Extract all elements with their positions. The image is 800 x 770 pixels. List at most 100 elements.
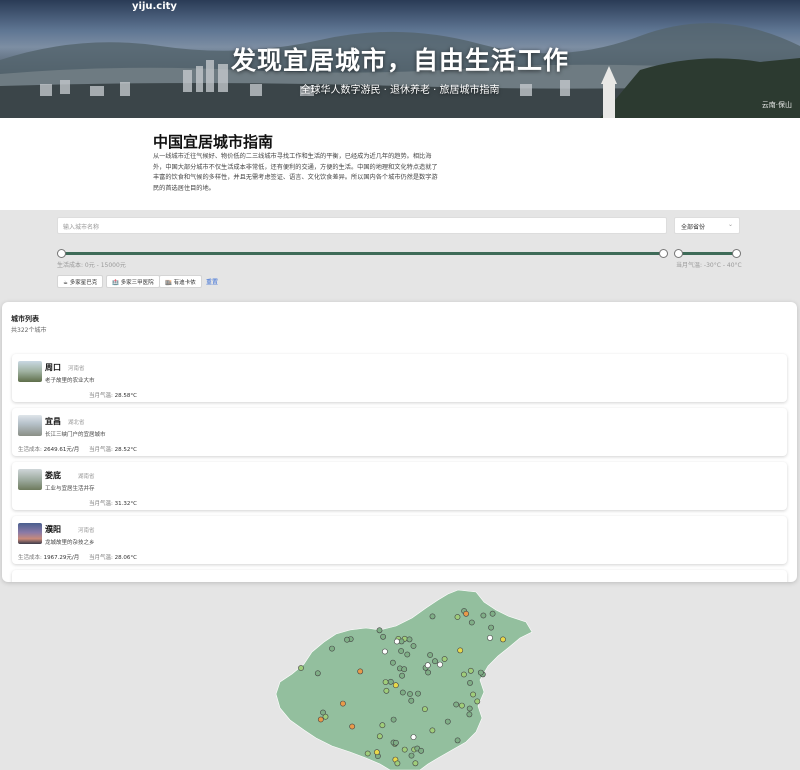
city-marker[interactable] (410, 734, 417, 740)
city-marker[interactable] (320, 709, 326, 716)
city-marker[interactable] (457, 647, 464, 654)
city-marker[interactable] (466, 705, 473, 712)
city-name: 娄底 (45, 471, 61, 480)
city-marker[interactable] (487, 635, 493, 641)
city-marker[interactable] (390, 659, 396, 666)
city-marker[interactable] (340, 700, 346, 707)
temp-slider-max-handle[interactable] (732, 249, 741, 258)
province-select[interactable]: 全部省份 ⌄ (674, 217, 740, 234)
city-marker[interactable] (393, 739, 399, 746)
cost-range-slider[interactable] (61, 252, 664, 255)
city-marker[interactable] (380, 633, 386, 640)
city-marker[interactable] (424, 662, 431, 669)
city-marker[interactable] (415, 690, 421, 697)
city-marker[interactable] (488, 624, 494, 631)
city-marker[interactable] (317, 716, 324, 723)
city-marker[interactable] (408, 752, 415, 759)
city-marker[interactable] (467, 667, 474, 674)
city-marker[interactable] (394, 638, 400, 645)
city-marker[interactable] (429, 727, 436, 734)
city-marker[interactable] (427, 652, 433, 658)
city-marker[interactable] (379, 722, 386, 729)
city-marker[interactable] (470, 691, 476, 698)
city-marker[interactable] (441, 656, 448, 662)
city-marker[interactable] (437, 661, 443, 668)
city-list-title: 城市列表 (11, 315, 39, 323)
city-marker[interactable] (376, 733, 383, 740)
city-marker[interactable] (406, 636, 413, 643)
city-marker[interactable] (383, 687, 390, 694)
city-marker[interactable] (429, 613, 436, 620)
city-marker[interactable] (458, 702, 465, 709)
city-marker[interactable] (392, 682, 399, 689)
city-marker[interactable] (314, 670, 321, 677)
city-marker[interactable] (399, 689, 406, 696)
city-search-input[interactable]: 输入城市名称 (57, 217, 667, 234)
cost-slider-min-handle[interactable] (57, 249, 66, 258)
city-card[interactable]: 周口 河南省 老子故里的农业大市 当月气温: 28.58°C (12, 354, 787, 402)
city-marker[interactable] (480, 612, 487, 619)
city-marker[interactable] (329, 645, 335, 652)
city-card[interactable]: 娄底 湖南省 工业与宜居生活并存 当月气温: 31.32°C (12, 462, 787, 510)
site-logo[interactable]: yiju.city (132, 1, 177, 12)
city-marker[interactable] (398, 648, 404, 654)
city-marker[interactable] (399, 672, 405, 679)
city-marker[interactable] (364, 750, 371, 757)
filter-chip-hospitals[interactable]: 🏥 多家三甲医院 (106, 275, 160, 288)
city-marker[interactable] (374, 749, 380, 756)
city-marker[interactable] (467, 680, 473, 686)
city-marker[interactable] (376, 627, 383, 634)
city-marker[interactable] (390, 716, 397, 723)
city-marker[interactable] (408, 697, 415, 704)
city-marker[interactable] (454, 614, 461, 620)
city-marker[interactable] (425, 669, 431, 676)
city-name: 周口 (45, 363, 61, 372)
hero-banner: yiju.city 发现宜居城市，自由生活工作 全球华人数字游民 · 退休养老 … (0, 0, 800, 118)
city-marker[interactable] (382, 679, 389, 685)
city-marker[interactable] (421, 706, 428, 712)
city-marker[interactable] (401, 746, 408, 753)
temp-value: 28.58°C (114, 393, 137, 399)
city-marker[interactable] (444, 718, 451, 725)
city-marker[interactable] (466, 711, 473, 718)
city-marker[interactable] (454, 737, 461, 744)
city-marker[interactable] (382, 648, 388, 655)
city-marker[interactable] (410, 643, 417, 649)
city-marker[interactable] (387, 678, 394, 685)
cost-value: 1967.29元/月 (43, 555, 80, 561)
city-marker[interactable] (463, 610, 469, 617)
city-card[interactable] (12, 570, 787, 582)
city-marker[interactable] (453, 701, 460, 708)
city-marker[interactable] (349, 723, 356, 730)
city-marker[interactable] (418, 747, 424, 754)
temperature-range-slider[interactable] (678, 252, 737, 255)
china-city-map[interactable] (270, 588, 535, 770)
city-marker[interactable] (344, 636, 350, 643)
temp-value: 28.06°C (114, 555, 137, 561)
city-marker[interactable] (357, 668, 364, 675)
city-temperature: 当月气温: 28.52°C (89, 445, 137, 453)
city-description: 长江三峡门户的宜居城市 (45, 432, 106, 438)
city-province: 湖北省 (68, 420, 85, 426)
city-marker[interactable] (404, 651, 411, 658)
city-card[interactable]: 宜昌 湖北省 长江三峡门户的宜居城市 生活成本: 2649.61元/月 当月气温… (12, 408, 787, 456)
city-marker[interactable] (468, 619, 475, 626)
filter-chip-starbucks[interactable]: ☕ 多家星巴克 (57, 275, 104, 288)
city-marker[interactable] (407, 691, 413, 697)
city-marker[interactable] (474, 698, 481, 705)
city-marker[interactable] (477, 669, 484, 676)
temp-slider-min-handle[interactable] (674, 249, 683, 258)
filter-chip-decathlon[interactable]: 🏬 有迪卡侬 (159, 275, 202, 288)
city-marker[interactable] (460, 671, 467, 678)
city-card[interactable]: 濮阳 河南省 龙城故里的杂技之乡 生活成本: 1967.29元/月 当月气温: … (12, 516, 787, 564)
city-marker[interactable] (394, 760, 401, 767)
city-marker[interactable] (298, 665, 304, 671)
reset-filters-link[interactable]: 重置 (206, 277, 218, 286)
city-marker[interactable] (500, 636, 506, 643)
city-marker[interactable] (432, 658, 438, 665)
chevron-down-icon: ⌄ (727, 221, 733, 228)
city-marker[interactable] (489, 610, 496, 617)
cost-slider-max-handle[interactable] (659, 249, 668, 258)
city-marker[interactable] (412, 760, 419, 767)
city-marker[interactable] (401, 666, 408, 673)
